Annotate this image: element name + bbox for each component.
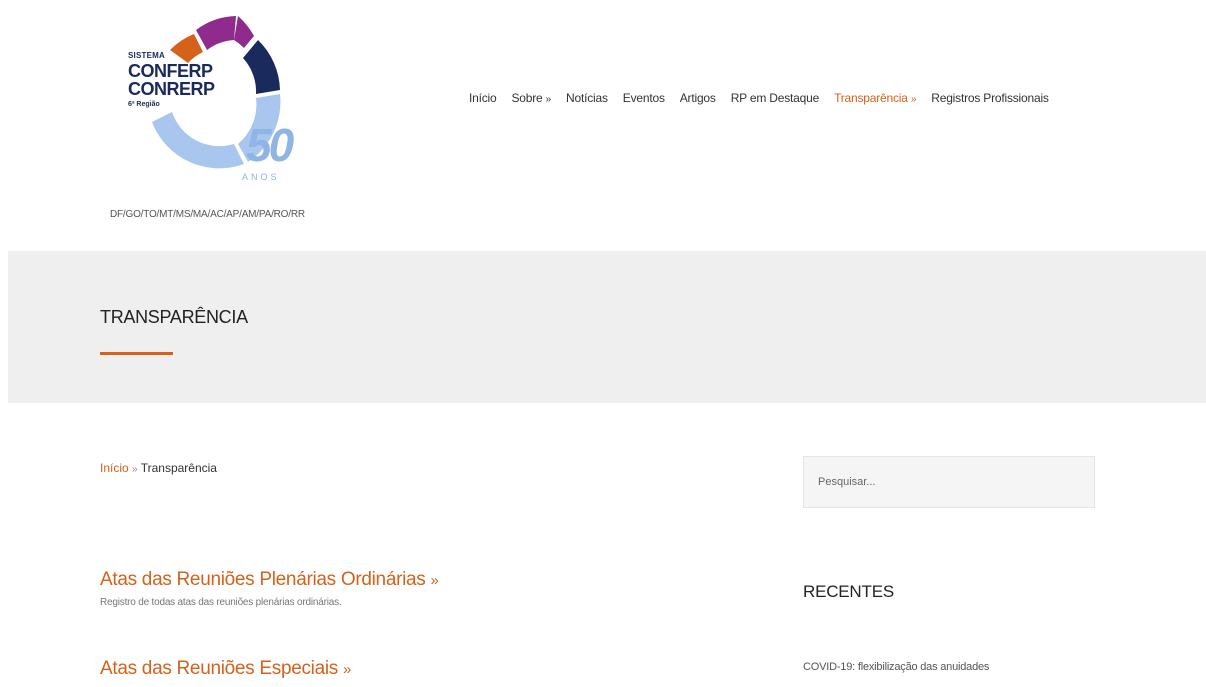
section-title-text: Atas das Reuniões Plenárias Ordinárias xyxy=(100,569,426,590)
section-title-text: Atas das Reuniões Especiais xyxy=(100,658,338,679)
nav-item-label: RP em Destaque xyxy=(730,91,820,105)
section-title-link[interactable]: Atas das Reuniões Especiais » xyxy=(100,658,351,680)
nav-item-label: Transparência xyxy=(834,91,908,105)
section-title-link[interactable]: Atas das Reuniões Plenárias Ordinárias » xyxy=(100,569,439,591)
nav-item-artigos[interactable]: Artigos xyxy=(680,91,716,105)
logo-50-text: 50 xyxy=(246,119,294,171)
breadcrumb-separator: » xyxy=(132,464,138,475)
page-title-banner: TRANSPARÊNCIA xyxy=(8,251,1206,403)
list-item: Atas das Reuniões Plenárias Ordinárias »… xyxy=(100,569,439,608)
nav-item-label: Registros Profissionais xyxy=(931,91,1049,105)
main-nav: Início Sobre » Notícias Eventos Artigos … xyxy=(469,91,1049,105)
logo-sistema-text: SISTEMA xyxy=(128,51,165,60)
page-title: TRANSPARÊNCIA xyxy=(100,307,248,327)
recent-post-link[interactable]: COVID-19: flexibilização das anuidades xyxy=(803,661,989,673)
site-tagline: DF/GO/TO/MT/MS/MA/AC/AP/AM/PA/RO/RR xyxy=(110,209,305,220)
submenu-arrow-icon: » xyxy=(910,94,917,105)
breadcrumb-home-link[interactable]: Início xyxy=(100,461,129,475)
nav-item-transparencia[interactable]: Transparência » xyxy=(834,91,916,105)
nav-item-rp-em-destaque[interactable]: RP em Destaque xyxy=(730,91,820,105)
logo-conferp-text: CONFERP xyxy=(128,61,213,81)
site-logo[interactable]: SISTEMA CONFERP CONRERP 6ª Região 50 ANO… xyxy=(108,12,338,187)
nav-item-eventos[interactable]: Eventos xyxy=(623,91,665,105)
search-input[interactable] xyxy=(803,456,1095,508)
chevron-right-icon: » xyxy=(430,572,439,589)
logo-anos-text: ANOS xyxy=(242,172,280,182)
list-item: Atas das Reuniões Especiais » xyxy=(100,658,351,680)
recent-posts-heading: RECENTES xyxy=(803,582,894,601)
nav-item-noticias[interactable]: Notícias xyxy=(566,91,608,105)
title-underline xyxy=(100,352,173,355)
breadcrumb: Início » Transparência xyxy=(100,461,217,475)
logo-wordmark: SISTEMA CONFERP CONRERP 6ª Região xyxy=(128,51,215,109)
nav-item-label: Sobre xyxy=(511,91,543,105)
nav-item-label: Artigos xyxy=(679,91,716,105)
section-description: Registro de todas atas das reuniões plen… xyxy=(100,597,342,608)
breadcrumb-current: Transparência xyxy=(140,461,217,475)
nav-item-sobre[interactable]: Sobre » xyxy=(511,91,551,105)
logo-conrerp-text: CONRERP xyxy=(128,79,215,99)
nav-item-label: Eventos xyxy=(622,91,665,105)
logo-regiao-text: 6ª Região xyxy=(128,101,160,108)
nav-item-label: Início xyxy=(469,91,497,105)
site-header: SISTEMA CONFERP CONRERP 6ª Região 50 ANO… xyxy=(0,0,1206,250)
nav-item-label: Notícias xyxy=(566,91,608,105)
submenu-arrow-icon: » xyxy=(545,94,552,105)
chevron-right-icon: » xyxy=(342,661,352,678)
nav-item-inicio[interactable]: Início xyxy=(469,91,497,105)
nav-item-registros-profissionais[interactable]: Registros Profissionais xyxy=(931,91,1049,105)
